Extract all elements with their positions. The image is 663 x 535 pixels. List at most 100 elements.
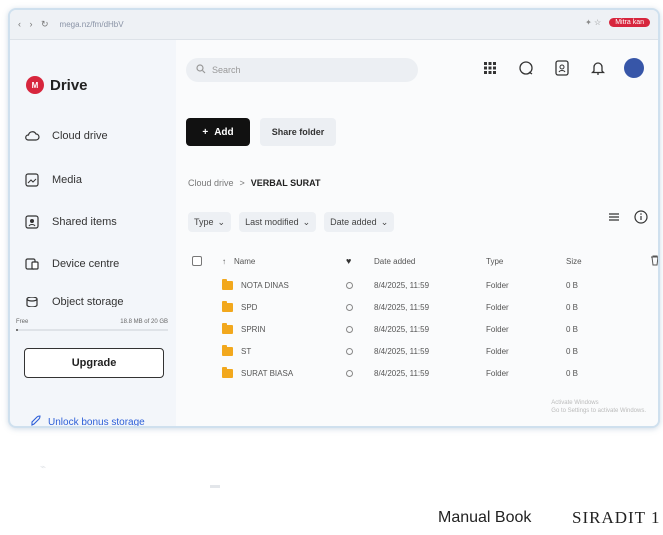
- search-placeholder: Search: [212, 65, 241, 75]
- filter-label: Type: [194, 217, 214, 227]
- sidebar-item-label: Object storage: [52, 297, 124, 307]
- add-label: Add: [214, 126, 234, 138]
- image-icon: [24, 172, 40, 188]
- sidebar-item-label: Device centre: [52, 258, 120, 270]
- size-header[interactable]: Size: [566, 248, 582, 274]
- filter-date-added[interactable]: Date added ⌄: [324, 212, 395, 232]
- file-type: Folder: [486, 346, 509, 356]
- sidebar-item-media[interactable]: Media: [24, 172, 82, 188]
- apps-grid-icon[interactable]: [480, 58, 500, 78]
- file-name: SPRIN: [241, 324, 266, 334]
- file-name: ST: [241, 346, 252, 356]
- sidebar-item-label: Media: [52, 174, 82, 186]
- sidebar-item-cloud-drive[interactable]: Cloud drive: [24, 128, 108, 144]
- favourite-header-icon[interactable]: ♥: [346, 256, 351, 266]
- date-added: 8/4/2025, 11:59: [374, 280, 430, 290]
- name-header-label: Name: [234, 256, 256, 266]
- breadcrumb-separator: >: [239, 178, 245, 188]
- watermark-line1: Activate Windows: [551, 400, 599, 407]
- devices-icon: [24, 256, 40, 272]
- sidebar: M Drive Cloud drive Media Shared items D…: [10, 40, 170, 426]
- file-name: SPD: [241, 302, 258, 312]
- contacts-icon[interactable]: [552, 58, 572, 78]
- type-header[interactable]: Type: [486, 248, 503, 274]
- table-row[interactable]: SURAT BIASA 8/4/2025, 11:59 Folder 0 B: [188, 362, 658, 384]
- favourite-toggle-icon[interactable]: [346, 347, 353, 355]
- filter-label: Last modified: [245, 217, 299, 227]
- sidebar-item-object-storage[interactable]: Object storage: [24, 297, 124, 307]
- table-row[interactable]: SPRIN 8/4/2025, 11:59 Folder 0 B: [188, 318, 658, 340]
- sidebar-item-device-centre[interactable]: Device centre: [24, 256, 119, 272]
- app-window: ‹ › ↻ mega.nz/fm/dHbV ✦ ☆ Mitra kan M Dr…: [8, 8, 660, 428]
- date-header[interactable]: Date added: [374, 248, 415, 274]
- bell-icon[interactable]: [588, 58, 608, 78]
- unlock-bonus-label: Unlock bonus storage: [48, 417, 145, 428]
- filter-type[interactable]: Type ⌄: [188, 212, 232, 232]
- upgrade-button[interactable]: Upgrade: [24, 348, 164, 378]
- folder-icon: [222, 300, 233, 312]
- chevron-down-icon: ⌄: [217, 216, 226, 227]
- chevron-down-icon: ⌄: [380, 216, 389, 227]
- favourite-toggle-icon[interactable]: [346, 369, 353, 377]
- folder-icon: [222, 322, 233, 334]
- storage-plan: Free: [16, 319, 29, 325]
- screenshot-reflection: ⌁ ▬: [0, 432, 663, 535]
- storage-icon: [24, 297, 40, 307]
- file-size: 0 B: [566, 302, 579, 312]
- trash-icon[interactable]: [650, 255, 658, 268]
- select-all-checkbox[interactable]: [192, 256, 202, 266]
- unlock-bonus-storage-link[interactable]: Unlock bonus storage: [30, 415, 145, 428]
- table-row[interactable]: SPD 8/4/2025, 11:59 Folder 0 B: [188, 296, 658, 318]
- sort-arrow-icon: ↑: [222, 256, 226, 266]
- sidebar-item-label: Cloud drive: [52, 130, 108, 142]
- file-type: Folder: [486, 302, 509, 312]
- table-header: ↑ Name ♥ Date added Type Size: [188, 248, 658, 274]
- plus-icon: +: [202, 126, 209, 138]
- breadcrumb-current: VERBAL SURAT: [250, 178, 321, 188]
- add-button[interactable]: + Add: [186, 118, 250, 146]
- top-toolbar: [480, 58, 644, 78]
- name-header[interactable]: ↑ Name: [222, 248, 255, 274]
- file-size: 0 B: [566, 324, 579, 334]
- storage-usage: Free 18.8 MB of 20 GB: [16, 319, 168, 325]
- date-added: 8/4/2025, 11:59: [374, 346, 430, 356]
- extensions-icon[interactable]: ✦ ☆: [585, 18, 601, 27]
- browser-bar: ‹ › ↻ mega.nz/fm/dHbV ✦ ☆ Mitra kan: [10, 10, 658, 40]
- view-controls: [608, 210, 648, 229]
- storage-bar-fill: [16, 329, 18, 331]
- date-added: 8/4/2025, 11:59: [374, 324, 430, 334]
- avatar[interactable]: [624, 58, 644, 78]
- chevron-down-icon: ⌄: [302, 216, 311, 227]
- browser-nav-icons[interactable]: ‹ › ↻: [18, 19, 52, 30]
- filter-last-modified[interactable]: Last modified ⌄: [239, 212, 317, 232]
- favourite-toggle-icon[interactable]: [346, 303, 353, 311]
- share-folder-button[interactable]: Share folder: [260, 118, 336, 146]
- info-icon[interactable]: [634, 210, 648, 229]
- activate-windows-watermark: Activate Windows Go to Settings to activ…: [551, 400, 646, 416]
- file-size: 0 B: [566, 280, 579, 290]
- filter-label: Date added: [330, 217, 377, 227]
- file-type: Folder: [486, 280, 509, 290]
- folder-icon: [222, 278, 233, 290]
- app-logo[interactable]: M Drive: [26, 76, 88, 94]
- file-name: SURAT BIASA: [241, 368, 294, 378]
- list-view-icon[interactable]: [608, 210, 620, 229]
- file-type: Folder: [486, 324, 509, 334]
- date-added: 8/4/2025, 11:59: [374, 302, 430, 312]
- favourite-toggle-icon[interactable]: [346, 325, 353, 333]
- chat-icon[interactable]: [516, 58, 536, 78]
- file-table: ↑ Name ♥ Date added Type Size NOTA DINAS…: [188, 248, 658, 384]
- table-row[interactable]: ST 8/4/2025, 11:59 Folder 0 B: [188, 340, 658, 362]
- breadcrumb-root[interactable]: Cloud drive: [188, 178, 234, 188]
- address-bar[interactable]: mega.nz/fm/dHbV: [60, 20, 124, 29]
- profile-badge[interactable]: Mitra kan: [609, 18, 650, 27]
- document-footer-title: Manual Book: [438, 509, 532, 526]
- reflection-ghost-folder: ▬: [210, 480, 220, 491]
- table-row[interactable]: NOTA DINAS 8/4/2025, 11:59 Folder 0 B: [188, 274, 658, 296]
- breadcrumb: Cloud drive > VERBAL SURAT: [188, 178, 320, 188]
- app-name: Drive: [50, 76, 88, 94]
- sidebar-item-shared-items[interactable]: Shared items: [24, 214, 117, 230]
- favourite-toggle-icon[interactable]: [346, 281, 353, 289]
- date-added: 8/4/2025, 11:59: [374, 368, 430, 378]
- search-input[interactable]: Search: [186, 58, 418, 82]
